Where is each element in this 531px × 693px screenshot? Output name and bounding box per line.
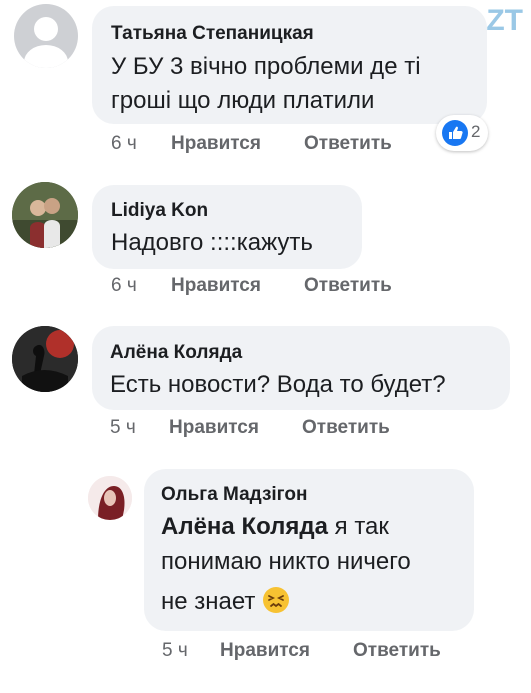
comment-text-line: Надовго ::::кажуть <box>111 229 313 256</box>
comment-text-line: Алёна Коляда я так <box>161 510 389 544</box>
comment-text-part: я так <box>327 513 389 540</box>
avatar-photo[interactable] <box>12 326 78 392</box>
comment-text-line: не знает <box>161 585 290 619</box>
avatar-default[interactable] <box>14 4 78 68</box>
like-link[interactable]: Нравится <box>171 275 261 297</box>
comment-text-line: понимаю никто ничего <box>161 548 411 575</box>
reaction-count: 2 <box>471 122 481 141</box>
like-link[interactable]: Нравится <box>220 640 310 662</box>
reply-link[interactable]: Ответить <box>304 275 392 297</box>
comment-time[interactable]: 5 ч <box>162 640 188 662</box>
like-link[interactable]: Нравится <box>171 133 261 155</box>
like-link[interactable]: Нравится <box>169 417 259 439</box>
comment-author[interactable]: Алёна Коляда <box>110 342 242 364</box>
user-photo-icon <box>12 326 78 392</box>
comment-time[interactable]: 6 ч <box>111 275 137 297</box>
comment-time[interactable]: 5 ч <box>110 417 136 439</box>
comment-author[interactable]: Lidiya Kon <box>111 200 208 222</box>
comment-text-line: гроші що люди платили <box>111 87 375 114</box>
reply-link[interactable]: Ответить <box>353 640 441 662</box>
reply-link[interactable]: Ответить <box>304 133 392 155</box>
reactions-badge[interactable]: 2 <box>436 115 488 151</box>
comment-text-line: У БУ 3 вічно проблеми де ті <box>111 53 421 80</box>
comment-text-line: Есть новости? Вода то будет? <box>110 371 446 398</box>
avatar-photo[interactable] <box>88 476 132 520</box>
user-photo-icon <box>12 182 78 248</box>
comment-text-part: не знает <box>161 588 256 615</box>
persevering-face-icon <box>262 586 290 614</box>
comment-author[interactable]: Ольга Мадзігон <box>161 484 307 506</box>
comment-author[interactable]: Татьяна Степаницкая <box>111 23 314 45</box>
avatar-photo[interactable] <box>12 182 78 248</box>
default-user-icon <box>24 17 68 68</box>
user-photo-icon <box>88 476 132 520</box>
comment-time[interactable]: 6 ч <box>111 133 137 155</box>
like-icon <box>442 120 468 146</box>
reply-link[interactable]: Ответить <box>302 417 390 439</box>
mention-link[interactable]: Алёна Коляда <box>161 513 328 540</box>
